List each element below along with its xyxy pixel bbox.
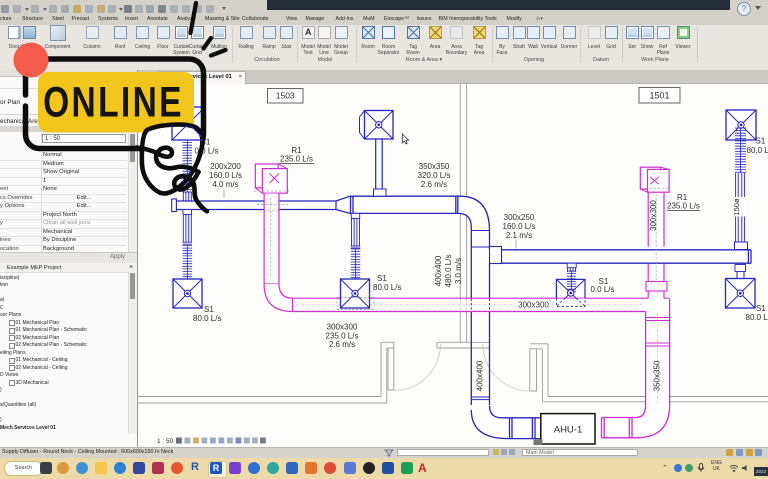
svg-text:ONLINE: ONLINE (43, 79, 184, 127)
svg-text:0.0 L/s: 0.0 L/s (195, 147, 219, 156)
